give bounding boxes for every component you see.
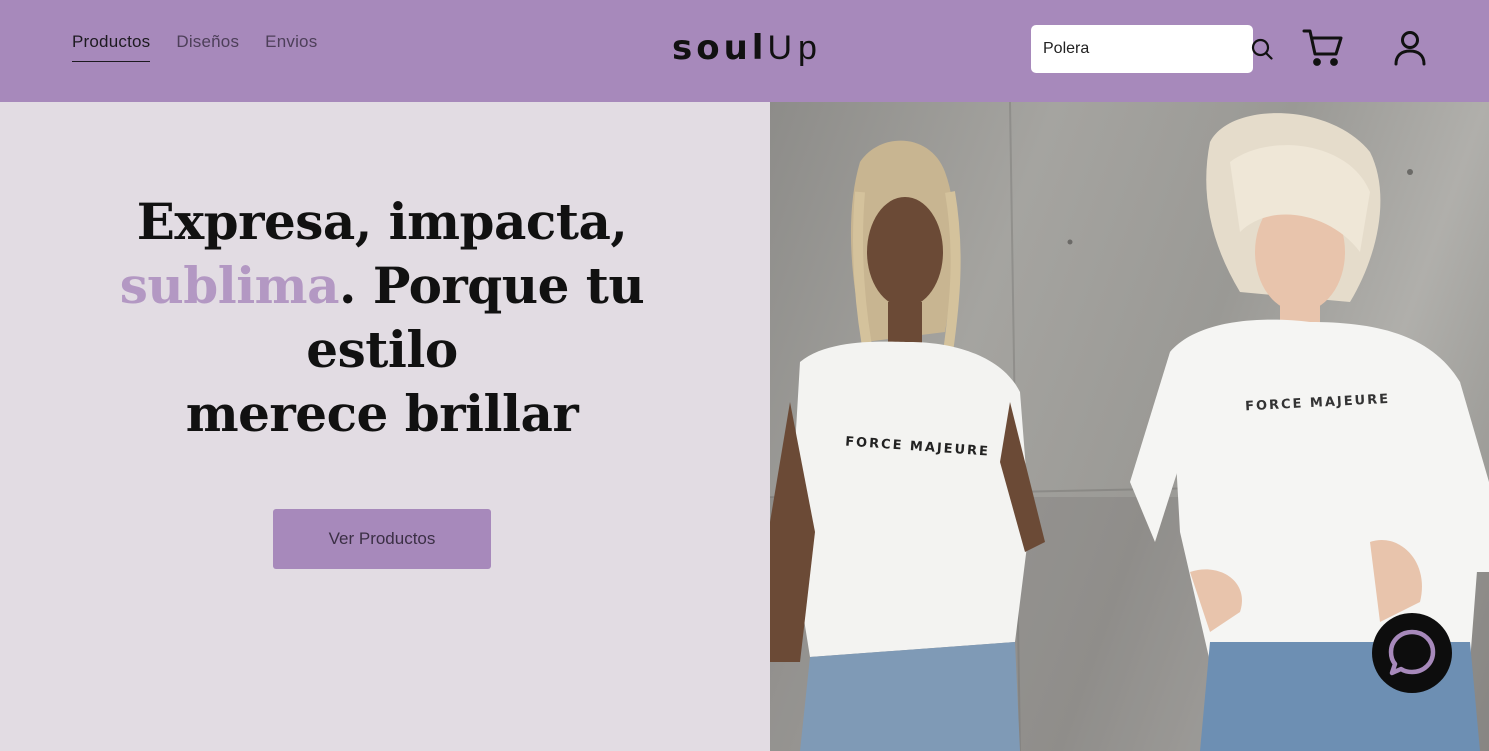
nav-item-envios[interactable]: Envios <box>265 32 317 62</box>
search-box <box>1031 25 1273 73</box>
cart-icon[interactable] <box>1302 28 1344 68</box>
user-icon[interactable] <box>1393 30 1427 66</box>
hero-headline: Expresa, impacta, sublima. Porque tu est… <box>40 190 724 446</box>
logo-part-soul: soul <box>672 28 768 68</box>
headline-line-2: . Porque tu estilo <box>306 256 645 379</box>
chat-bubble-icon <box>1388 629 1436 676</box>
logo-part-up: Up <box>767 29 823 67</box>
search-icon[interactable] <box>1250 36 1274 62</box>
brand-logo[interactable]: soulUp <box>672 28 823 68</box>
headline-accent-word: sublima <box>119 256 340 315</box>
nav-item-productos[interactable]: Productos <box>72 32 151 62</box>
chat-bubble-button[interactable] <box>1372 613 1452 693</box>
nav-item-disenos[interactable]: Diseños <box>176 32 239 62</box>
headline-line-3: merece brillar <box>185 384 579 443</box>
site-header: Productos Diseños Envios soulUp <box>0 0 1489 102</box>
headline-line-1: Expresa, impacta, <box>136 192 628 251</box>
ver-productos-button[interactable]: Ver Productos <box>273 509 491 569</box>
main-nav: Productos Diseños Envios <box>72 32 317 62</box>
search-input[interactable] <box>1043 40 1250 58</box>
